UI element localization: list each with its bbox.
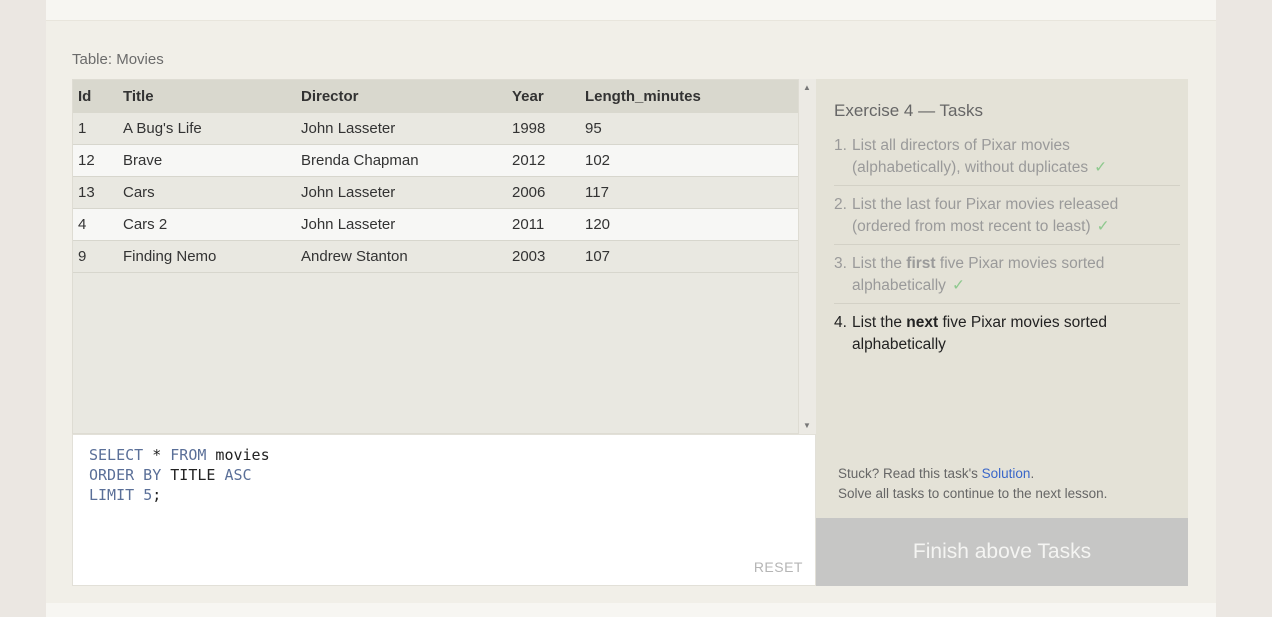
column-header-length: Length_minutes bbox=[585, 80, 798, 113]
task-number: 1. bbox=[834, 137, 847, 154]
check-icon: ✓ bbox=[951, 277, 965, 294]
hint-prefix: Stuck? Read this task's bbox=[838, 466, 982, 481]
table-row: 13 Cars John Lasseter 2006 117 bbox=[73, 176, 798, 209]
task-text: List all directors of Pixar movies (alph… bbox=[852, 137, 1089, 176]
cell-title: Cars bbox=[123, 176, 301, 209]
cell-director: John Lasseter bbox=[301, 113, 512, 145]
sql-keyword: ORDER BY bbox=[89, 466, 162, 484]
column-header-title: Title bbox=[123, 80, 301, 113]
task-item-current: 4. List the next five Pixar movies sorte… bbox=[834, 312, 1180, 362]
reset-button[interactable]: RESET bbox=[754, 559, 803, 575]
results-table-panel: Id Title Director Year Length_minutes 1 … bbox=[72, 79, 799, 434]
cell-id: 13 bbox=[73, 176, 123, 209]
task-number: 2. bbox=[834, 196, 847, 213]
scroll-up-arrow-icon[interactable]: ▲ bbox=[803, 83, 811, 92]
lesson-page: Table: Movies Id Title Director Year Len… bbox=[46, 0, 1216, 617]
cell-director: Brenda Chapman bbox=[301, 144, 512, 177]
sql-number: 5 bbox=[143, 486, 153, 504]
cell-year: 2011 bbox=[512, 208, 585, 241]
sql-text: ; bbox=[152, 486, 162, 504]
cell-title: Brave bbox=[123, 144, 301, 177]
task-item: 1. List all directors of Pixar movies (a… bbox=[834, 135, 1180, 186]
sql-text: TITLE bbox=[161, 466, 225, 484]
table-header-row: Id Title Director Year Length_minutes bbox=[73, 80, 798, 113]
solution-link[interactable]: Solution bbox=[982, 466, 1031, 481]
cell-title: Cars 2 bbox=[123, 208, 301, 241]
column-header-director: Director bbox=[301, 80, 512, 113]
cell-director: Andrew Stanton bbox=[301, 240, 512, 273]
bottom-strip bbox=[46, 603, 1216, 617]
cell-length: 102 bbox=[585, 144, 798, 177]
cell-length: 95 bbox=[585, 113, 798, 145]
column-header-year: Year bbox=[512, 80, 585, 113]
scroll-down-arrow-icon[interactable]: ▼ bbox=[803, 421, 811, 430]
check-icon: ✓ bbox=[1096, 218, 1110, 235]
table-row: 12 Brave Brenda Chapman 2012 102 bbox=[73, 144, 798, 177]
cell-title: A Bug's Life bbox=[123, 113, 301, 145]
sql-keyword: FROM bbox=[170, 446, 207, 464]
cell-title: Finding Nemo bbox=[123, 240, 301, 273]
hint-suffix: . bbox=[1030, 466, 1035, 481]
cell-id: 12 bbox=[73, 144, 123, 177]
cell-length: 117 bbox=[585, 176, 798, 209]
cell-year: 2006 bbox=[512, 176, 585, 209]
task-text: List the bbox=[852, 314, 907, 331]
table-scrollbar[interactable]: ▲ ▼ bbox=[799, 79, 816, 434]
sql-text: * bbox=[143, 446, 171, 464]
sql-keyword: LIMIT bbox=[89, 486, 135, 504]
table-row: 4 Cars 2 John Lasseter 2011 120 bbox=[73, 208, 798, 241]
cell-year: 2003 bbox=[512, 240, 585, 273]
sql-text: movies bbox=[206, 446, 270, 464]
hint-text: Stuck? Read this task's Solution. Solve … bbox=[838, 464, 1107, 504]
cell-length: 120 bbox=[585, 208, 798, 241]
sql-editor[interactable]: SELECT * FROM movies ORDER BY TITLE ASC … bbox=[72, 434, 816, 586]
table-row: 9 Finding Nemo Andrew Stanton 2003 107 bbox=[73, 240, 798, 273]
task-list: 1. List all directors of Pixar movies (a… bbox=[834, 135, 1180, 370]
task-number: 3. bbox=[834, 255, 847, 272]
task-item: 2. List the last four Pixar movies relea… bbox=[834, 194, 1180, 245]
hint-line2: Solve all tasks to continue to the next … bbox=[838, 486, 1108, 501]
task-emphasis: first bbox=[906, 255, 936, 272]
table-caption: Table: Movies bbox=[72, 51, 164, 68]
cell-director: John Lasseter bbox=[301, 176, 512, 209]
finish-tasks-button[interactable]: Finish above Tasks bbox=[816, 518, 1188, 586]
cell-director: John Lasseter bbox=[301, 208, 512, 241]
task-item: 3. List the first five Pixar movies sort… bbox=[834, 253, 1180, 304]
task-text: List the last four Pixar movies released… bbox=[852, 196, 1119, 235]
sql-keyword: ASC bbox=[224, 466, 252, 484]
cell-length: 107 bbox=[585, 240, 798, 273]
cell-year: 1998 bbox=[512, 113, 585, 145]
task-emphasis: next bbox=[906, 314, 939, 331]
top-strip bbox=[46, 0, 1216, 21]
cell-id: 4 bbox=[73, 208, 123, 241]
table-row: 1 A Bug's Life John Lasseter 1998 95 bbox=[73, 113, 798, 145]
task-text: List the bbox=[852, 255, 907, 272]
task-number: 4. bbox=[834, 314, 847, 331]
cell-id: 1 bbox=[73, 113, 123, 145]
cell-id: 9 bbox=[73, 240, 123, 273]
tasks-title: Exercise 4 — Tasks bbox=[834, 101, 983, 120]
sql-code[interactable]: SELECT * FROM movies ORDER BY TITLE ASC … bbox=[89, 445, 270, 505]
results-table: Id Title Director Year Length_minutes 1 … bbox=[73, 80, 798, 273]
sql-keyword: SELECT bbox=[89, 446, 144, 464]
column-header-id: Id bbox=[73, 80, 123, 113]
check-icon: ✓ bbox=[1094, 159, 1108, 176]
cell-year: 2012 bbox=[512, 144, 585, 177]
tasks-panel: Exercise 4 — Tasks 1. List all directors… bbox=[816, 79, 1188, 518]
